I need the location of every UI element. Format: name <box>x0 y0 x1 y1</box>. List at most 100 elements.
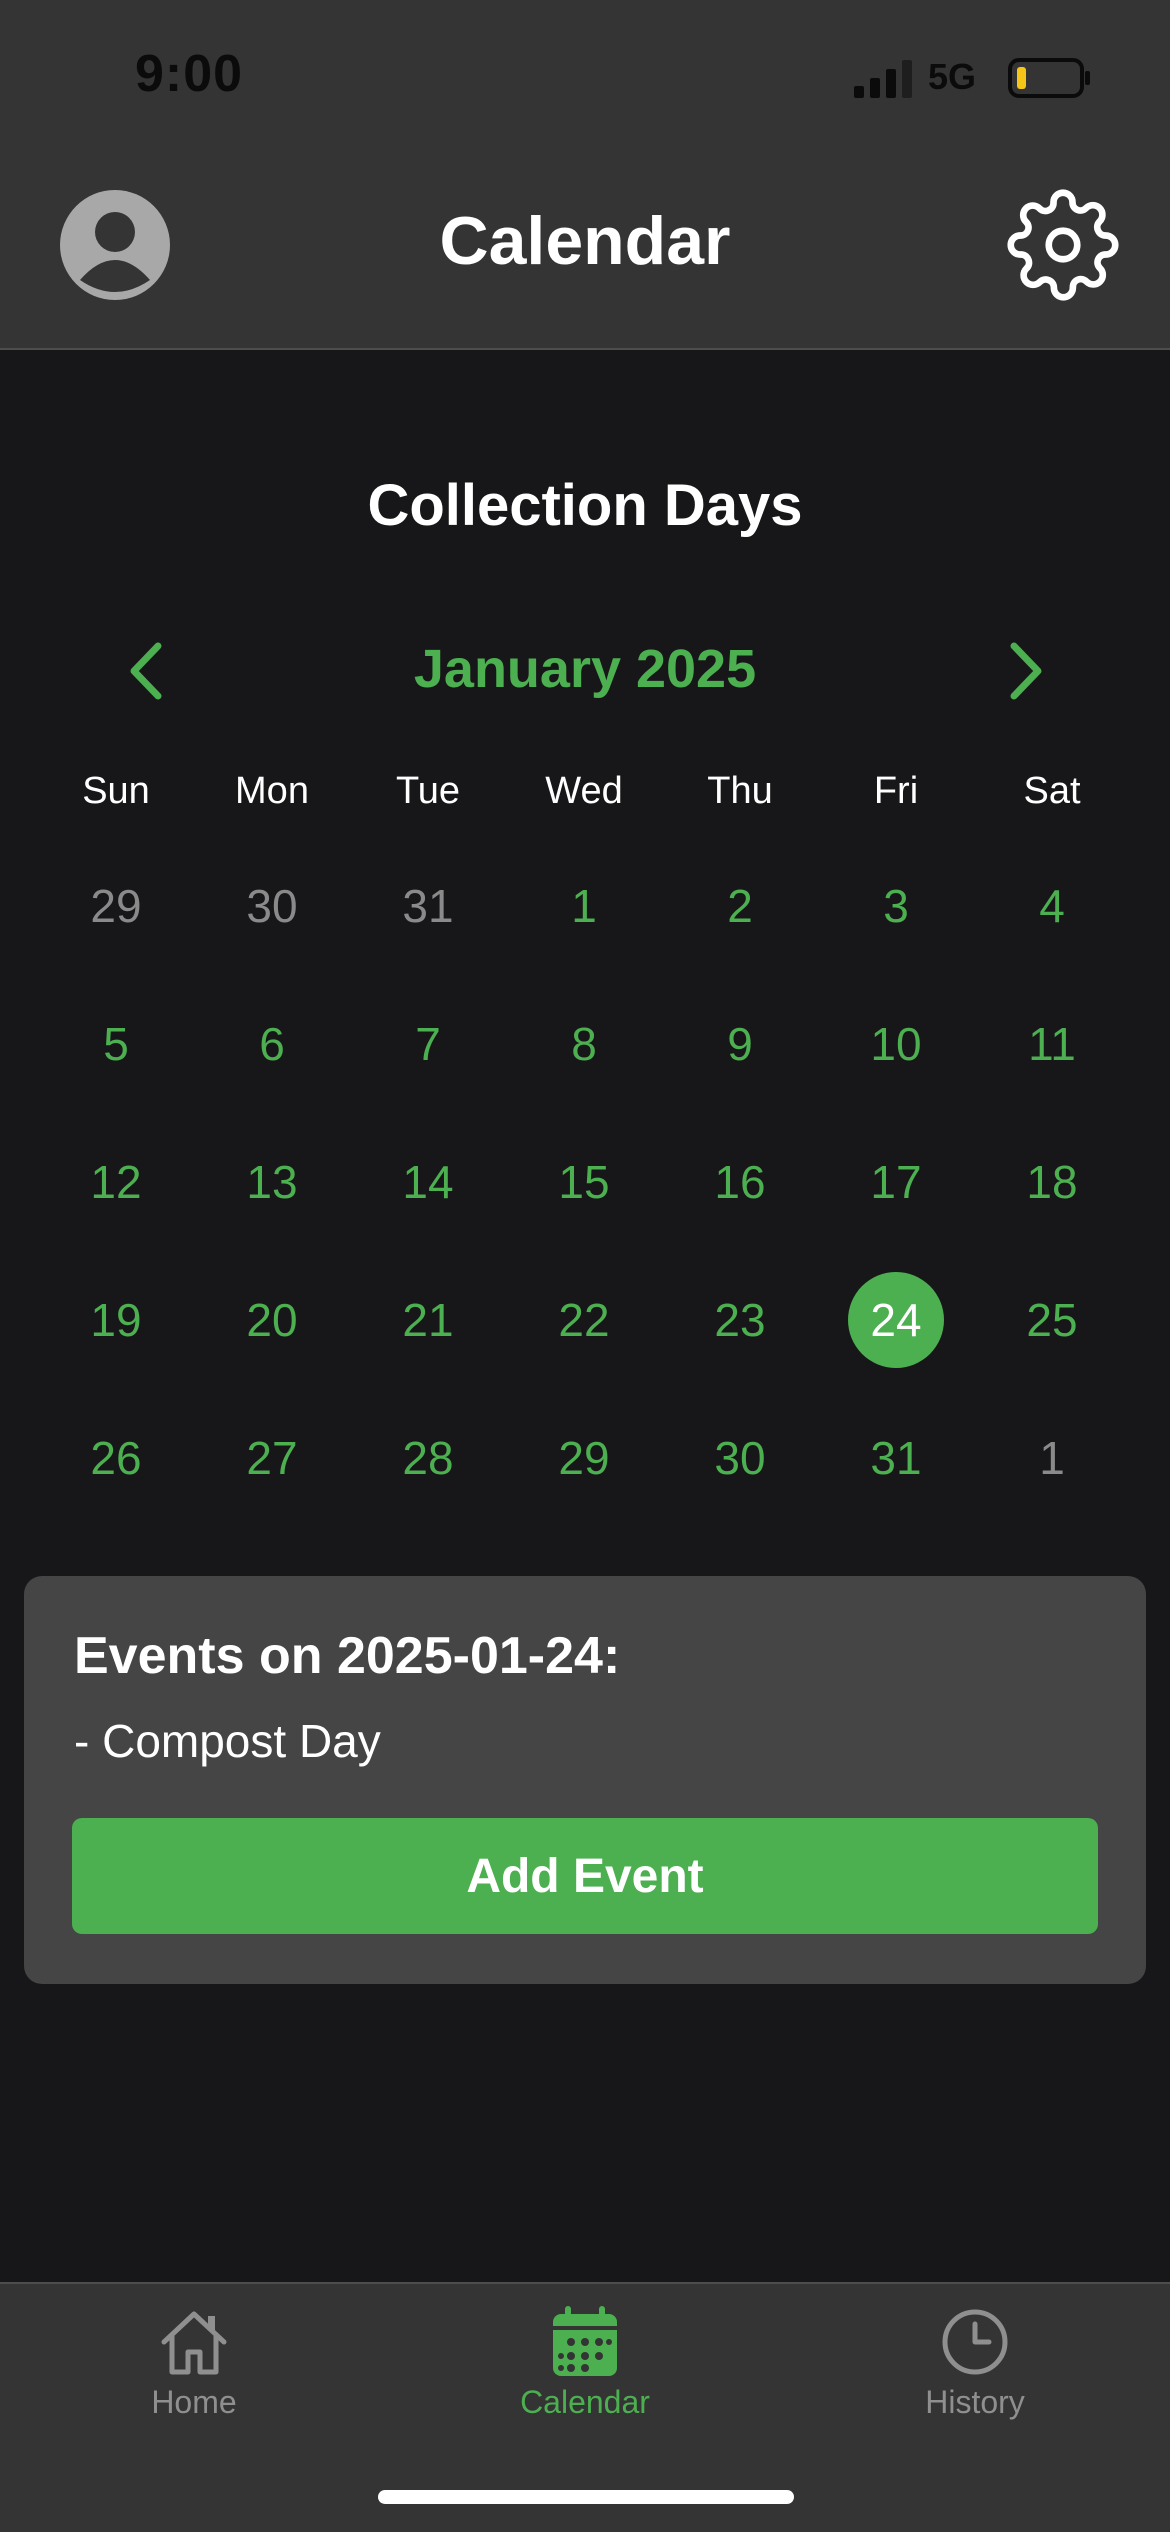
calendar-day-number: 29 <box>90 880 142 932</box>
tab-history-label: History <box>925 2384 1025 2420</box>
event-item: - Compost Day <box>74 1715 381 1767</box>
section-title: Collection Days <box>367 473 803 538</box>
month-navigator: January 2025 <box>0 620 1170 720</box>
calendar-day[interactable]: 20 <box>194 1272 350 1368</box>
calendar-days-grid: 29 30 31 1 2 3 4 5 6 7 8 9 10 11 12 13 14 15 16 17 18 19 20 21 2… <box>38 858 1130 1548</box>
home-icon <box>161 2311 227 2375</box>
calendar-day-number: 13 <box>246 1156 298 1208</box>
status-time: 9:00 <box>135 45 244 103</box>
calendar-day-number: 23 <box>714 1294 766 1346</box>
weekday-label: Thu <box>707 770 773 812</box>
app-screen: 9:00 5G Calendar Collection Days January… <box>0 0 1170 2532</box>
calendar-day[interactable]: 28 <box>350 1410 506 1506</box>
calendar-day-number: 19 <box>90 1294 142 1346</box>
calendar-day-number: 30 <box>714 1432 766 1484</box>
calendar-day[interactable]: 7 <box>350 996 506 1092</box>
calendar-day[interactable]: 6 <box>194 996 350 1092</box>
calendar-day[interactable]: 25 <box>974 1272 1130 1368</box>
weekday-label: Wed <box>545 770 623 812</box>
calendar-day[interactable]: 12 <box>38 1134 194 1230</box>
calendar-day-number: 21 <box>402 1294 454 1346</box>
calendar-day[interactable]: 14 <box>350 1134 506 1230</box>
calendar-day-number: 6 <box>259 1018 285 1070</box>
calendar-day-number: 10 <box>870 1018 922 1070</box>
calendar-day[interactable]: 26 <box>38 1410 194 1506</box>
calendar-day-number: 31 <box>402 880 454 932</box>
calendar-day-number: 26 <box>90 1432 142 1484</box>
calendar-day-number: 15 <box>558 1156 610 1208</box>
calendar-day[interactable]: 1 <box>974 1410 1130 1506</box>
calendar-day[interactable]: 27 <box>194 1410 350 1506</box>
calendar-day-number: 27 <box>246 1432 298 1484</box>
app-header: Calendar <box>0 150 1170 350</box>
clock-icon <box>942 2309 1008 2375</box>
calendar-day-number: 28 <box>402 1432 454 1484</box>
calendar-day[interactable]: 5 <box>38 996 194 1092</box>
calendar-day-number: 17 <box>870 1156 922 1208</box>
calendar-day[interactable]: 13 <box>194 1134 350 1230</box>
calendar-day-number: 1 <box>1039 1432 1065 1484</box>
gear-icon <box>1007 189 1119 301</box>
calendar-day-number: 25 <box>1026 1294 1078 1346</box>
weekday-label: Mon <box>235 770 309 812</box>
calendar-day[interactable]: 21 <box>350 1272 506 1368</box>
calendar-day[interactable]: 17 <box>818 1134 974 1230</box>
calendar-day-number: 18 <box>1026 1156 1078 1208</box>
calendar-day[interactable]: 30 <box>194 858 350 954</box>
calendar-day-number: 7 <box>415 1018 441 1070</box>
tab-home-label: Home <box>151 2384 237 2420</box>
calendar-day-number: 5 <box>103 1018 129 1070</box>
calendar-day-number: 4 <box>1039 880 1065 932</box>
chevron-right-icon <box>1010 642 1042 700</box>
calendar-day[interactable]: 10 <box>818 996 974 1092</box>
calendar-day[interactable]: 31 <box>818 1410 974 1506</box>
weekday-label: Tue <box>395 770 461 812</box>
next-month-button[interactable] <box>990 636 1060 706</box>
tab-history[interactable]: History <box>845 2304 1105 2434</box>
calendar-day-number: 30 <box>246 880 298 932</box>
status-bar: 9:00 5G <box>0 0 1170 150</box>
home-indicator <box>378 2490 794 2504</box>
settings-button[interactable] <box>1006 188 1120 302</box>
events-title: Events on 2025-01-24: <box>74 1627 621 1685</box>
calendar-day-number: 1 <box>571 880 597 932</box>
calendar-day-number: 24 <box>848 1272 944 1368</box>
network-label: 5G <box>928 56 977 97</box>
calendar-day-number: 2 <box>727 880 753 932</box>
calendar-day[interactable]: 15 <box>506 1134 662 1230</box>
calendar-day-number: 12 <box>90 1156 142 1208</box>
tab-home[interactable]: Home <box>64 2304 324 2434</box>
calendar-day[interactable]: 22 <box>506 1272 662 1368</box>
calendar-day-number: 20 <box>246 1294 298 1346</box>
calendar-day[interactable]: 29 <box>38 858 194 954</box>
calendar-day[interactable]: 3 <box>818 858 974 954</box>
calendar-day[interactable]: 8 <box>506 996 662 1092</box>
page-title: Calendar <box>439 203 731 279</box>
battery-low-icon <box>1008 58 1090 98</box>
add-event-button[interactable]: Add Event <box>72 1818 1098 1934</box>
calendar-day[interactable]: 11 <box>974 996 1130 1092</box>
weekday-label: Sat <box>1023 770 1081 812</box>
calendar-day-number: 29 <box>558 1432 610 1484</box>
calendar-day-number: 31 <box>870 1432 922 1484</box>
calendar-day-selected[interactable]: 24 <box>818 1272 974 1368</box>
calendar-day[interactable]: 30 <box>662 1410 818 1506</box>
calendar-day[interactable]: 9 <box>662 996 818 1092</box>
calendar-day[interactable]: 29 <box>506 1410 662 1506</box>
weekday-header-row: Sun Mon Tue Wed Thu Fri Sat <box>38 770 1130 820</box>
calendar-day[interactable]: 16 <box>662 1134 818 1230</box>
calendar-day[interactable]: 1 <box>506 858 662 954</box>
calendar-day-number: 22 <box>558 1294 610 1346</box>
calendar-day[interactable]: 4 <box>974 858 1130 954</box>
tab-calendar[interactable]: Calendar <box>455 2304 715 2434</box>
calendar-icon <box>553 2306 617 2376</box>
calendar-day[interactable]: 31 <box>350 858 506 954</box>
calendar-day[interactable]: 18 <box>974 1134 1130 1230</box>
calendar-day-number: 3 <box>883 880 909 932</box>
events-card: Events on 2025-01-24: - Compost Day Add … <box>24 1576 1146 1984</box>
calendar-day[interactable]: 2 <box>662 858 818 954</box>
calendar-day[interactable]: 19 <box>38 1272 194 1368</box>
calendar-day[interactable]: 23 <box>662 1272 818 1368</box>
calendar-day-number: 9 <box>727 1018 753 1070</box>
calendar-day-number: 16 <box>714 1156 766 1208</box>
